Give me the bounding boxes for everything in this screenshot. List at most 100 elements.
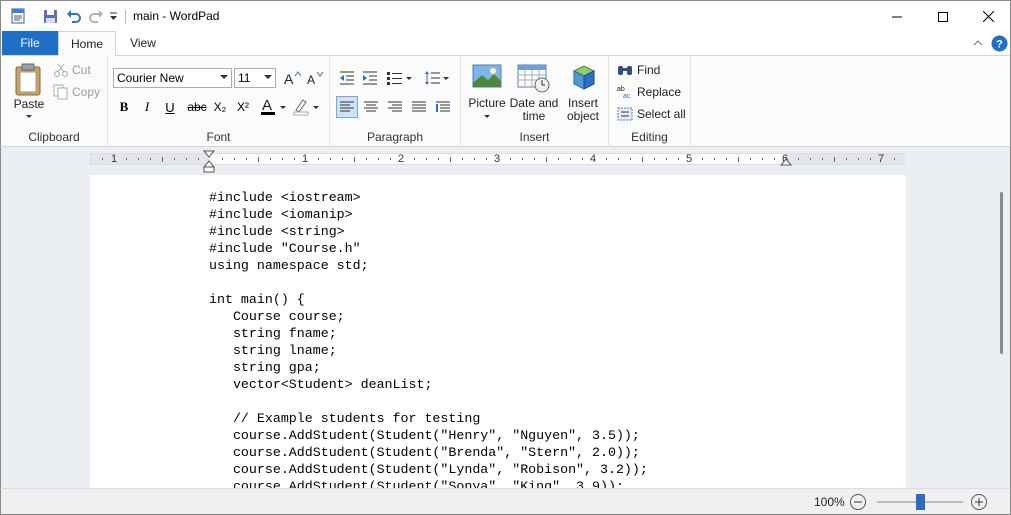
title-bar: main - WordPad bbox=[0, 0, 1011, 31]
ruler-tick bbox=[438, 158, 439, 160]
vertical-scrollbar[interactable] bbox=[993, 175, 1010, 488]
font-group: Courier New 11 A A B I U abc X₂ X² A Fon… bbox=[108, 56, 330, 147]
paste-icon bbox=[15, 63, 41, 96]
insert-group-label: Insert bbox=[519, 130, 550, 144]
document-text[interactable]: #include <iostream> #include <iomanip> #in… bbox=[209, 189, 648, 488]
date-time-button[interactable]: Date and time bbox=[509, 63, 559, 123]
cut-button[interactable]: Cut bbox=[53, 62, 91, 78]
picture-label: Picture bbox=[468, 96, 506, 110]
replace-label: Replace bbox=[637, 85, 682, 99]
line-spacing-button[interactable] bbox=[423, 67, 451, 89]
document-line: int main() { bbox=[209, 292, 305, 307]
paste-dropdown-icon bbox=[26, 115, 32, 118]
ruler-number: 5 bbox=[685, 153, 693, 165]
ruler-tick bbox=[522, 158, 523, 160]
zoom-out-button[interactable] bbox=[850, 494, 866, 510]
replace-button[interactable]: ab ac Replace bbox=[617, 85, 681, 99]
window-title: main - WordPad bbox=[133, 9, 220, 23]
document-line: #include "Course.h" bbox=[209, 241, 361, 256]
zoom-in-button[interactable] bbox=[971, 494, 987, 510]
ruler-tick bbox=[798, 158, 799, 160]
justify-button[interactable] bbox=[408, 96, 430, 118]
decrease-indent-button[interactable] bbox=[336, 67, 358, 89]
zoom-slider-thumb[interactable] bbox=[915, 494, 925, 510]
ruler-tick bbox=[162, 157, 163, 162]
right-indent-marker[interactable] bbox=[780, 158, 792, 167]
minimize-button[interactable] bbox=[874, 1, 920, 32]
calendar-clock-icon bbox=[517, 64, 550, 93]
align-right-icon bbox=[388, 101, 402, 112]
ruler-tick bbox=[570, 158, 571, 160]
insert-group: Picture Date and time Insert object Inse… bbox=[461, 56, 609, 147]
align-left-button[interactable] bbox=[336, 96, 358, 118]
subscript-button[interactable]: X₂ bbox=[209, 96, 231, 118]
paste-label: Paste bbox=[13, 97, 45, 111]
find-button[interactable]: Find bbox=[617, 63, 660, 77]
tab-view[interactable]: View bbox=[119, 31, 167, 55]
ribbon-tabs: File Home View ? bbox=[0, 31, 1011, 56]
wordpad-app-icon[interactable] bbox=[9, 7, 27, 25]
text-color-icon: A bbox=[261, 97, 286, 115]
ruler-tick bbox=[738, 157, 739, 162]
font-size-select[interactable]: 11 bbox=[234, 68, 276, 88]
customize-toolbar-icon[interactable] bbox=[107, 7, 119, 25]
save-icon[interactable] bbox=[41, 7, 59, 25]
grow-font-button[interactable]: A bbox=[281, 67, 303, 89]
svg-text:A: A bbox=[284, 71, 294, 86]
align-right-button[interactable] bbox=[384, 96, 406, 118]
ruler-tick bbox=[810, 158, 811, 160]
select-all-button[interactable]: Select all bbox=[617, 107, 686, 121]
ruler-tick bbox=[582, 158, 583, 160]
tab-home[interactable]: Home bbox=[58, 31, 116, 56]
ruler-tick bbox=[474, 158, 475, 160]
paragraph-group-label: Paragraph bbox=[366, 130, 424, 144]
document-line: course.AddStudent(Student("Henry", "Nguy… bbox=[209, 428, 640, 443]
help-icon[interactable]: ? bbox=[990, 34, 1008, 52]
maximize-button[interactable] bbox=[920, 1, 966, 32]
ruler-tick bbox=[342, 158, 343, 160]
ruler-tick bbox=[294, 158, 295, 160]
close-button[interactable] bbox=[965, 1, 1011, 32]
ruler-number: 3 bbox=[493, 153, 501, 165]
replace-icon: abac bbox=[617, 86, 631, 99]
document-line: using namespace std; bbox=[209, 258, 369, 273]
clipboard-group: Paste Cut Copy Clipboard bbox=[1, 56, 108, 147]
paragraph-settings-button[interactable] bbox=[432, 96, 454, 118]
binoculars-icon bbox=[618, 66, 632, 75]
indent-marker[interactable] bbox=[203, 150, 215, 174]
ruler-tick bbox=[462, 158, 463, 160]
ruler-tick bbox=[678, 158, 679, 160]
shrink-font-button[interactable]: A bbox=[304, 67, 326, 89]
ruler-number: 2 bbox=[397, 153, 405, 165]
copy-button[interactable]: Copy bbox=[53, 84, 100, 100]
redo-icon[interactable] bbox=[87, 7, 105, 25]
underline-button[interactable]: U bbox=[159, 96, 181, 118]
document-line: #include <iomanip> bbox=[209, 207, 353, 222]
ruler-tick bbox=[822, 158, 823, 160]
increase-indent-button[interactable] bbox=[359, 67, 381, 89]
ruler-tick bbox=[858, 158, 859, 160]
align-center-button[interactable] bbox=[360, 96, 382, 118]
zoom-level: 100% bbox=[814, 495, 845, 509]
document-page[interactable]: #include <iostream> #include <iomanip> #in… bbox=[90, 175, 906, 488]
tab-file[interactable]: File bbox=[2, 31, 58, 55]
clipboard-group-label: Clipboard bbox=[28, 130, 80, 144]
text-color-button[interactable]: A bbox=[258, 96, 288, 118]
bullet-list-button[interactable] bbox=[385, 67, 415, 89]
ruler-tick bbox=[198, 158, 199, 160]
superscript-button[interactable]: X² bbox=[232, 96, 254, 118]
insert-object-button[interactable]: Insert object bbox=[562, 63, 604, 123]
undo-icon[interactable] bbox=[64, 7, 82, 25]
strikethrough-button[interactable]: abc bbox=[184, 96, 210, 118]
italic-button[interactable]: I bbox=[136, 96, 158, 118]
bold-button[interactable]: B bbox=[113, 96, 135, 118]
paste-button[interactable]: Paste bbox=[10, 62, 48, 118]
picture-button[interactable]: Picture bbox=[467, 63, 507, 118]
font-family-select[interactable]: Courier New bbox=[113, 68, 232, 88]
collapse-ribbon-icon[interactable] bbox=[972, 34, 984, 52]
highlight-color-button[interactable] bbox=[291, 96, 321, 118]
zoom-slider[interactable] bbox=[877, 494, 963, 510]
scrollbar-thumb[interactable] bbox=[1000, 192, 1003, 354]
